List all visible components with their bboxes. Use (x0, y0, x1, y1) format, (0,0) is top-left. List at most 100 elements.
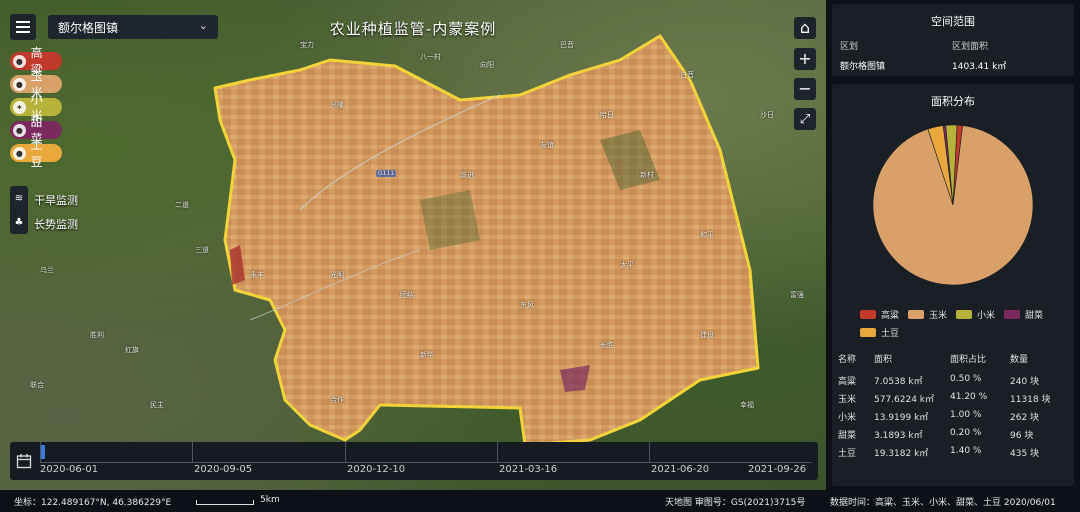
timeline-tick (192, 442, 193, 462)
plus-icon: + (798, 49, 812, 68)
cell-count: 435 块 (1010, 449, 1040, 459)
growth-monitor-link[interactable]: 长势监测 (34, 216, 78, 232)
area-distribution-panel: 面积分布 高粱 玉米 小米 甜菜 土豆 名称 面积 面积占比 数量 高粱 7.0… (832, 84, 1074, 486)
timeline-tick-label: 2020-12-10 (347, 464, 406, 475)
legend-item[interactable]: 甜菜 (1004, 308, 1043, 321)
legend-label: 高粱 (881, 311, 900, 321)
cell-pct: 41.20 % (950, 392, 988, 402)
column-header: 数量 (1010, 355, 1029, 365)
place-label: 建设 (700, 331, 714, 339)
legend-swatch (908, 310, 924, 319)
cell-name: 甜菜 (838, 431, 857, 441)
timeline-tick-label: 2020-09-05 (194, 464, 253, 475)
legend-label: 小米 (977, 311, 996, 321)
timeline-tick (40, 442, 41, 462)
column-header: 面积 (874, 355, 893, 365)
place-label: 宝力 (300, 41, 314, 49)
place-label: 二道 (175, 201, 189, 209)
potato-icon: ● (13, 146, 26, 160)
cell-area: 13.9199 k㎡ (874, 413, 929, 423)
column-header: 面积占比 (950, 355, 987, 365)
home-button[interactable]: ⌂ (794, 17, 816, 39)
cell-pct: 1.00 % (950, 410, 982, 420)
millet-icon: ✦ (13, 100, 26, 114)
crop-toggle-potato[interactable]: ● 土豆 (10, 138, 62, 169)
time-slider[interactable]: 2020-06-01 2020-09-05 2020-12-10 2021-03… (10, 442, 818, 480)
place-label: 沙日 (760, 111, 774, 119)
cell-name: 土豆 (838, 449, 857, 459)
cell-area: 3.1893 k㎡ (874, 431, 923, 441)
place-label: 哈日 (600, 111, 614, 119)
beet-icon: ● (13, 123, 26, 137)
area-pie-chart[interactable] (872, 124, 1034, 286)
place-label: 联合 (30, 381, 44, 389)
timeline-track[interactable]: 2020-06-01 2020-09-05 2020-12-10 2021-03… (40, 442, 812, 480)
region-area: 1403.41 k㎡ (952, 62, 1007, 72)
calendar-icon[interactable] (16, 453, 32, 469)
place-label: 红旗 (125, 346, 139, 354)
place-label: 胜利 (90, 331, 104, 339)
cell-count: 96 块 (1010, 431, 1034, 441)
column-header: 区划 (840, 42, 859, 52)
place-label: 乌兰 (40, 266, 54, 274)
region-select-value: 额尔格图镇 (58, 20, 119, 35)
home-icon: ⌂ (799, 18, 811, 37)
status-bar: 坐标：122.489167°N, 46.386229°E 5km 天地图 审图号… (0, 490, 1080, 512)
monitor-tools: ≋ ♣ (10, 186, 28, 234)
zoom-in-button[interactable]: + (794, 48, 816, 70)
legend-item[interactable]: 高粱 (860, 308, 899, 321)
growth-icon[interactable]: ♣ (15, 217, 24, 228)
place-label: 巴音 (560, 41, 574, 49)
legend-item[interactable]: 小米 (956, 308, 995, 321)
timeline-axis (40, 462, 812, 463)
timeline-tick-label: 2021-03-16 (499, 464, 558, 475)
place-label: 东风 (520, 301, 534, 309)
region-select[interactable]: 额尔格图镇 ⌄ (48, 15, 218, 39)
scale-bar (196, 500, 254, 505)
legend-swatch (956, 310, 972, 319)
place-label: 向阳 (480, 61, 494, 69)
column-header: 名称 (838, 355, 857, 365)
cell-count: 11318 块 (1010, 395, 1051, 405)
place-label: 兴隆 (330, 101, 344, 109)
app-root: 八一村 宝力 巴音 哈日 白音 沙日 二道 三道 乌兰 胜利 红旗 兴隆 前进 … (0, 0, 1080, 512)
corn-icon: ● (13, 77, 26, 91)
cell-area: 577.6224 k㎡ (874, 395, 935, 405)
legend-label: 玉米 (929, 311, 948, 321)
place-label: 民主 (150, 401, 164, 409)
drought-icon[interactable]: ≋ (15, 193, 23, 204)
fullscreen-button[interactable]: ⤢ (794, 108, 816, 130)
timeline-tick (649, 442, 650, 462)
map-approval-number: 天地图 审图号：GS(2021)3715号 (665, 498, 806, 508)
panel-title: 面积分布 (931, 95, 975, 108)
legend-label: 土豆 (881, 329, 900, 339)
fullscreen-icon: ⤢ (799, 111, 811, 127)
data-time: 数据时间：高粱、玉米、小米、甜菜、土豆 2020/06/01 (830, 498, 1056, 508)
legend-item[interactable]: 土豆 (860, 326, 899, 339)
crop-layer-list: ● 高粱 ● 玉米 ✦ 小米 ● 甜菜 ● 土豆 (10, 46, 62, 169)
place-label: 光明 (330, 271, 344, 279)
map-view[interactable]: 八一村 宝力 巴音 哈日 白音 沙日 二道 三道 乌兰 胜利 红旗 兴隆 前进 … (0, 0, 826, 490)
cell-name: 高粱 (838, 377, 857, 387)
place-label: 合作 (330, 396, 344, 404)
menu-button[interactable] (10, 14, 36, 40)
place-label: 三道 (195, 246, 209, 254)
cell-area: 7.0538 k㎡ (874, 377, 923, 387)
legend-swatch (860, 328, 876, 337)
place-label: 新村 (640, 171, 654, 179)
place-label: 和平 (700, 231, 714, 239)
place-label: 太平 (620, 261, 634, 269)
coordinate-readout: 坐标：122.489167°N, 46.386229°E (14, 498, 172, 508)
cell-name: 小米 (838, 413, 857, 423)
timeline-tick (497, 442, 498, 462)
legend-item[interactable]: 玉米 (908, 308, 947, 321)
cell-area: 19.3182 k㎡ (874, 449, 929, 459)
legend-swatch (1004, 310, 1020, 319)
town-boundary (213, 34, 760, 447)
timeline-tick (345, 442, 346, 462)
cell-count: 240 块 (1010, 377, 1040, 387)
zoom-out-button[interactable]: − (794, 78, 816, 100)
timeline-tick-label: 2020-06-01 (40, 464, 99, 475)
drought-monitor-link[interactable]: 干旱监测 (34, 192, 78, 208)
cell-pct: 0.20 % (950, 428, 982, 438)
